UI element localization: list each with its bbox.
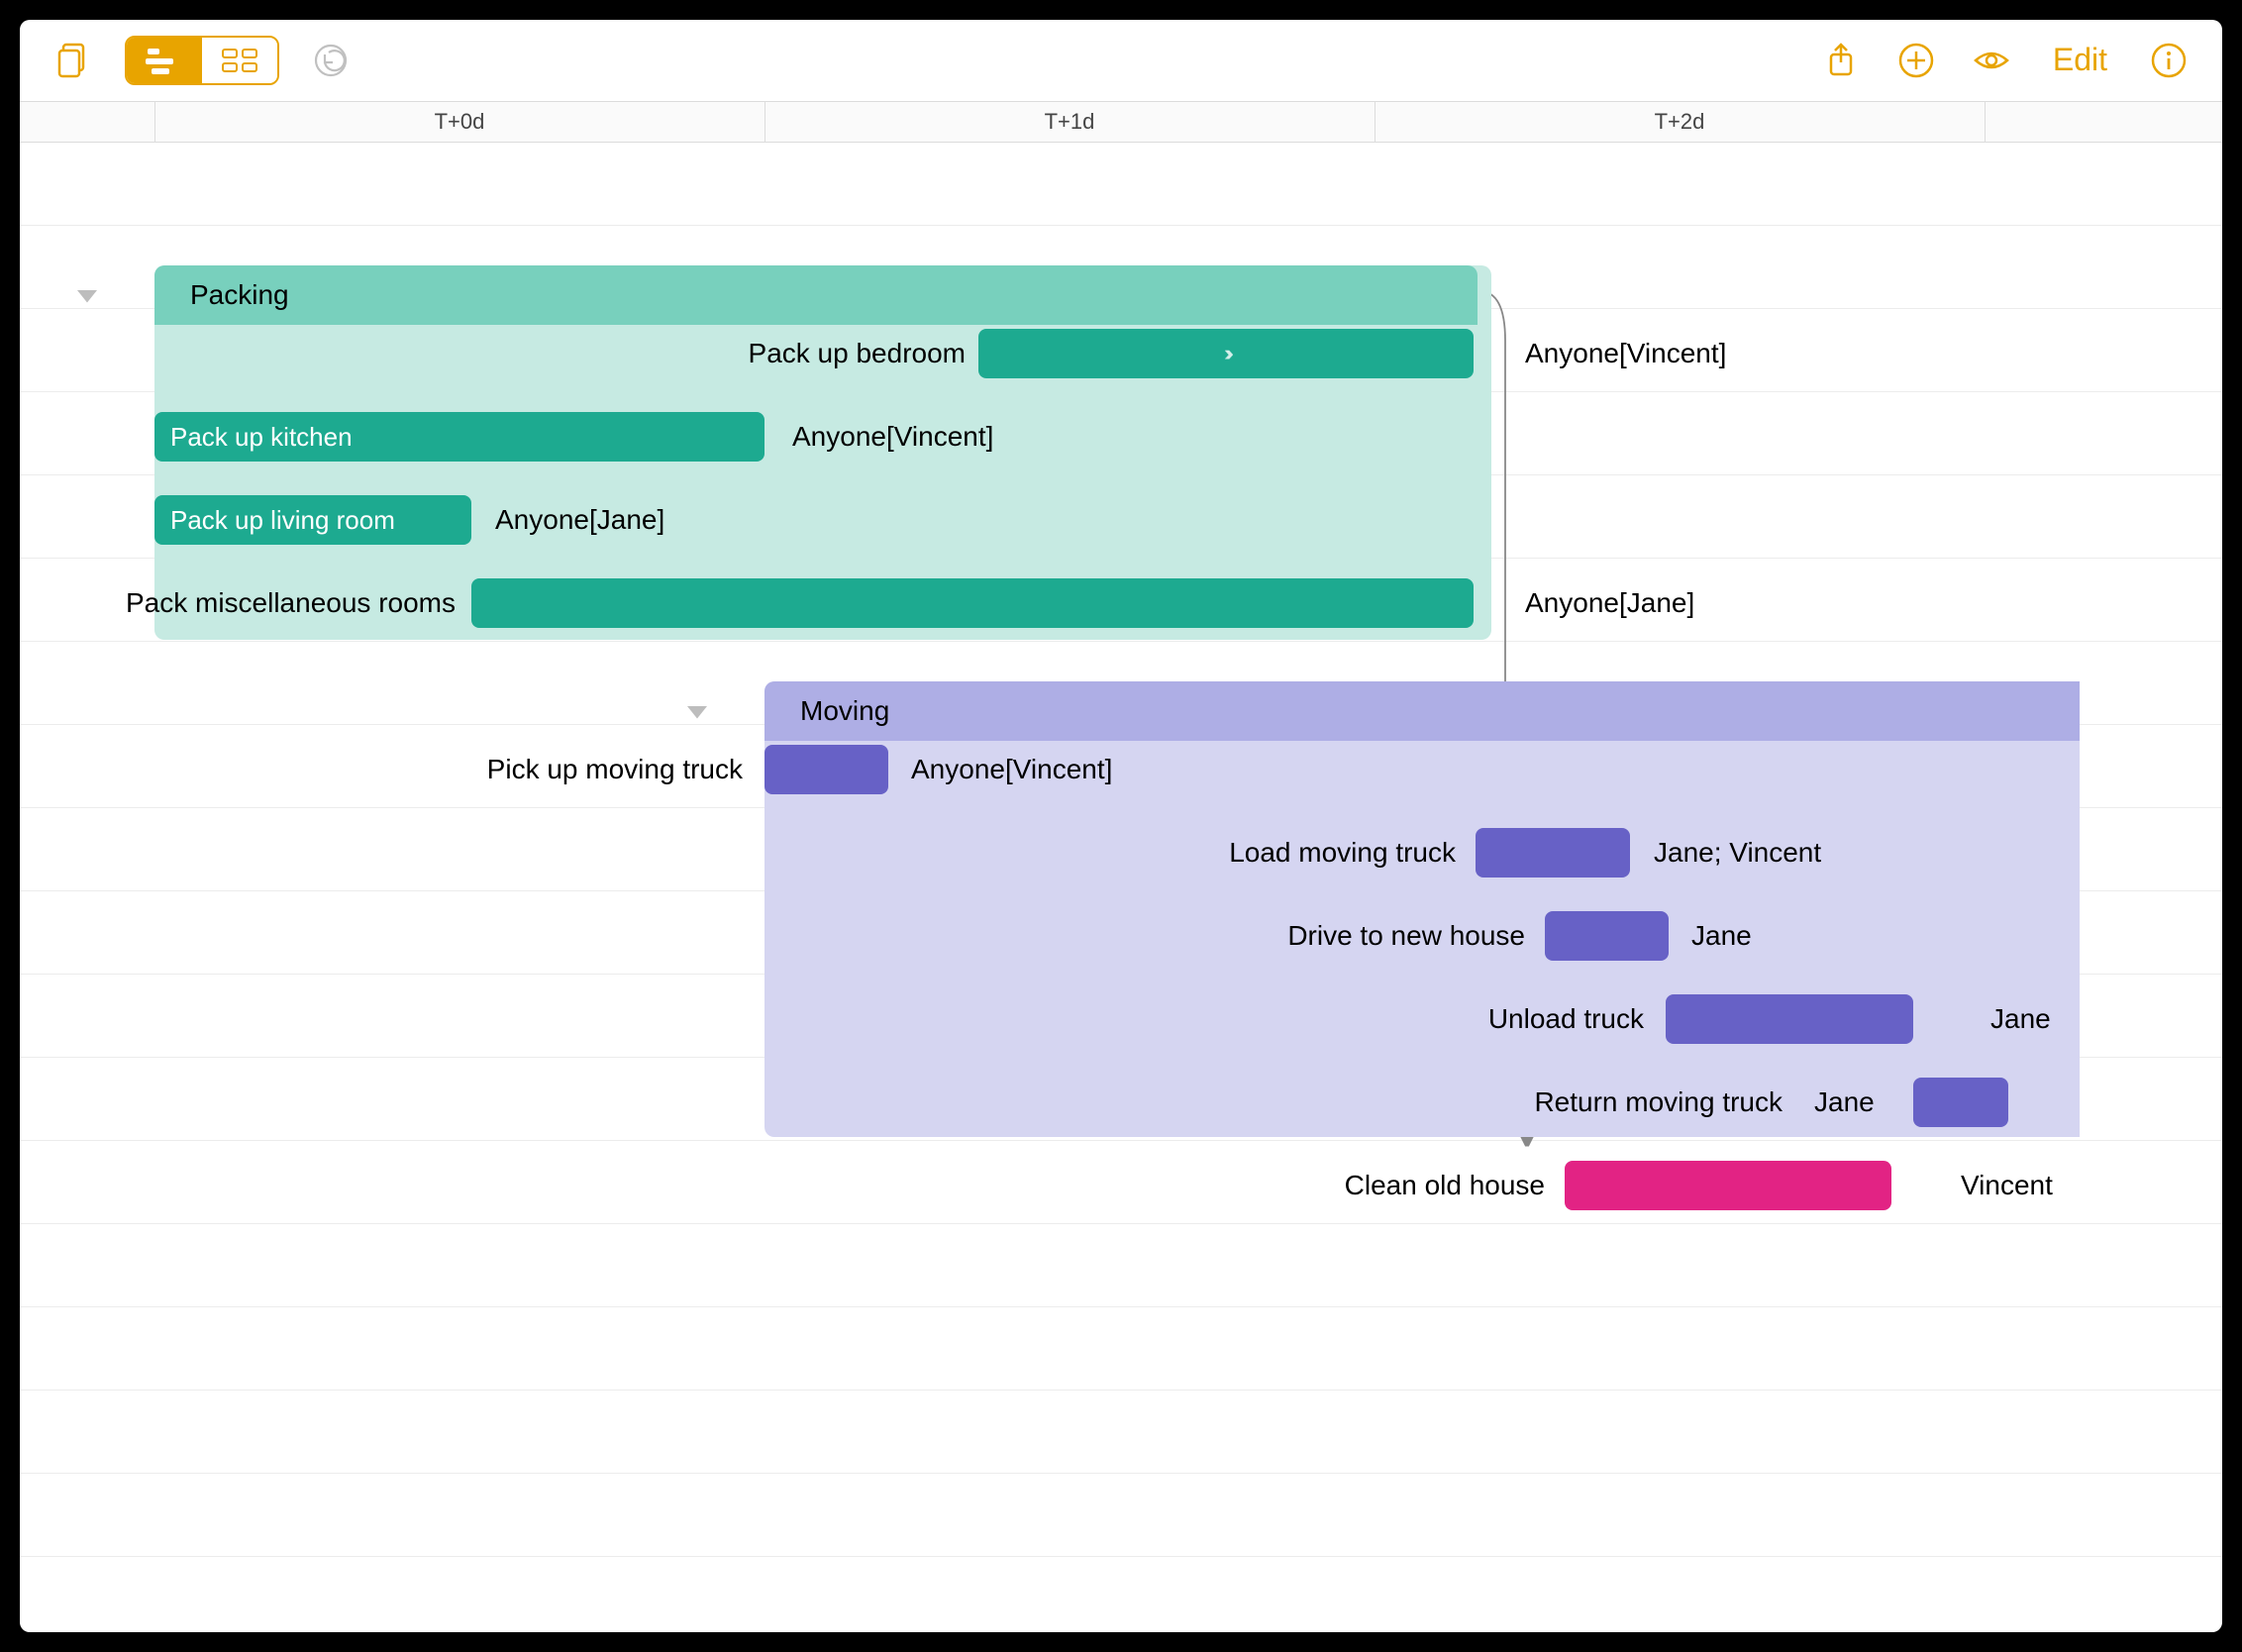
- task-assignee-bedroom: Anyone[Vincent]: [1525, 329, 1726, 378]
- task-label-pickup: Pick up moving truck: [366, 745, 743, 794]
- task-assignee-living: Anyone[Jane]: [495, 495, 664, 545]
- group-header-packing[interactable]: Packing: [154, 265, 1478, 325]
- share-button[interactable]: [1817, 37, 1865, 84]
- info-button[interactable]: [2145, 37, 2192, 84]
- task-bar-return[interactable]: [1913, 1078, 2008, 1127]
- disclosure-packing[interactable]: [69, 277, 105, 313]
- undo-button[interactable]: [307, 37, 355, 84]
- task-bar-misc[interactable]: [471, 578, 1474, 628]
- task-assignee-clean: Vincent: [1961, 1161, 2053, 1210]
- toolbar: Edit: [20, 20, 2222, 101]
- task-bar-living[interactable]: Pack up living room: [154, 495, 471, 545]
- time-tick-0: T+0d: [435, 109, 485, 135]
- task-label-bedroom: Pack up bedroom: [515, 329, 966, 378]
- time-tick-1: T+1d: [1045, 109, 1095, 135]
- time-header: T+0d T+1d T+2d: [20, 101, 2222, 143]
- gantt-chart[interactable]: Packing Pack up bedroom ››› Anyone[Vince…: [20, 143, 2222, 1632]
- task-bar-pickup[interactable]: [764, 745, 888, 794]
- view-mode-gantt[interactable]: [127, 38, 202, 83]
- task-assignee-load: Jane; Vincent: [1654, 828, 1821, 878]
- chevron-icon: ›››: [1224, 341, 1228, 366]
- task-bar-bedroom[interactable]: ›››: [978, 329, 1474, 378]
- edit-button[interactable]: Edit: [2053, 42, 2107, 78]
- task-bar-kitchen[interactable]: Pack up kitchen: [154, 412, 764, 462]
- group-header-moving[interactable]: Moving: [764, 681, 2080, 741]
- task-label-living: Pack up living room: [170, 505, 395, 536]
- task-bar-clean[interactable]: [1565, 1161, 1891, 1210]
- group-title-packing: Packing: [190, 279, 289, 311]
- task-label-kitchen: Pack up kitchen: [170, 422, 353, 453]
- view-mode-outline[interactable]: [202, 38, 277, 83]
- task-label-unload: Unload truck: [1208, 994, 1644, 1044]
- task-label-misc: Pack miscellaneous rooms: [139, 578, 456, 628]
- add-button[interactable]: [1892, 37, 1940, 84]
- task-label-load: Load moving truck: [1109, 828, 1456, 878]
- task-bar-drive[interactable]: [1545, 911, 1669, 961]
- task-assignee-misc: Anyone[Jane]: [1525, 578, 1694, 628]
- task-bar-load[interactable]: [1476, 828, 1630, 878]
- time-tick-2: T+2d: [1655, 109, 1705, 135]
- task-assignee-kitchen: Anyone[Vincent]: [792, 412, 993, 462]
- task-label-return: Return moving truck: [1406, 1078, 1783, 1127]
- task-assignee-unload: Jane: [1990, 994, 2051, 1044]
- group-title-moving: Moving: [800, 695, 889, 727]
- task-assignee-pickup: Anyone[Vincent]: [911, 745, 1112, 794]
- task-label-clean: Clean old house: [1188, 1161, 1545, 1210]
- task-bar-unload[interactable]: [1666, 994, 1913, 1044]
- view-mode-segmented: [125, 36, 279, 85]
- view-button[interactable]: [1968, 37, 2015, 84]
- task-assignee-return: Jane: [1814, 1078, 1875, 1127]
- documents-icon[interactable]: [50, 37, 97, 84]
- task-label-drive: Drive to new house: [1109, 911, 1525, 961]
- task-assignee-drive: Jane: [1691, 911, 1752, 961]
- disclosure-moving[interactable]: [679, 693, 715, 729]
